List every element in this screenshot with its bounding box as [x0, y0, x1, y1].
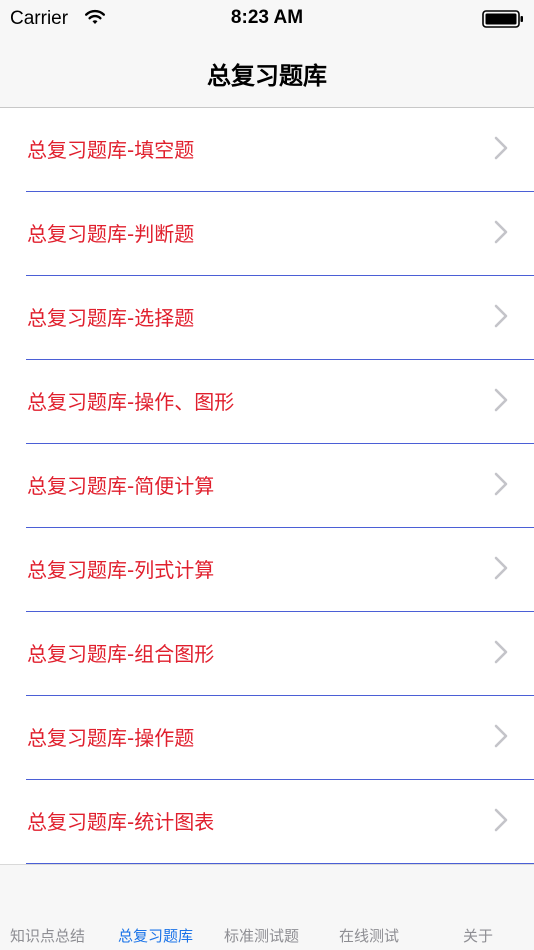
list-item-label: 总复习题库-操作、图形 — [27, 390, 235, 414]
list-item-label: 总复习题库-统计图表 — [27, 810, 215, 834]
tab-knowledge-summary[interactable]: 知识点总结 — [10, 925, 85, 946]
list-item-label: 总复习题库-简便计算 — [27, 474, 215, 498]
list-item-label: 总复习题库-操作题 — [27, 726, 195, 750]
list-item-label: 总复习题库-列式计算 — [27, 558, 215, 582]
chevron-right-icon — [494, 388, 508, 412]
chevron-right-icon — [494, 304, 508, 328]
list-item-label: 总复习题库-组合图形 — [27, 642, 215, 666]
list-item[interactable]: 总复习题库-列式计算 — [26, 528, 534, 612]
chevron-right-icon — [494, 724, 508, 748]
list-item[interactable]: 总复习题库-简便计算 — [26, 444, 534, 528]
chevron-right-icon — [494, 808, 508, 832]
chevron-right-icon — [494, 472, 508, 496]
list-item[interactable]: 总复习题库-选择题 — [26, 276, 534, 360]
chevron-right-icon — [494, 220, 508, 244]
tab-bar: 知识点总结 总复习题库 标准测试题 在线测试 关于 — [0, 864, 534, 950]
chevron-right-icon — [494, 640, 508, 664]
list-item[interactable]: 总复习题库-组合图形 — [26, 612, 534, 696]
list-item-label: 总复习题库-填空题 — [27, 138, 195, 162]
page-title: 总复习题库 — [207, 62, 327, 90]
battery-icon — [482, 10, 523, 28]
chevron-right-icon — [494, 136, 508, 160]
chevron-right-icon — [494, 556, 508, 580]
clock: 8:23 AM — [230, 7, 304, 28]
list-item[interactable]: 总复习题库-填空题 — [26, 108, 534, 192]
list-item[interactable]: 总复习题库-统计图表 — [26, 780, 534, 864]
question-bank-list: 总复习题库-填空题 总复习题库-判断题 总复习题库-选择题 总复习题库-操作、图… — [0, 108, 534, 864]
list-item[interactable]: 总复习题库-操作题 — [26, 696, 534, 780]
navigation-bar: 总复习题库 — [0, 40, 534, 108]
tab-online-test[interactable]: 在线测试 — [339, 925, 399, 946]
tab-standard-tests[interactable]: 标准测试题 — [224, 925, 299, 946]
tab-about[interactable]: 关于 — [463, 925, 493, 946]
list-item[interactable]: 总复习题库-操作、图形 — [26, 360, 534, 444]
status-bar: Carrier 8:23 AM — [0, 0, 534, 40]
list-item[interactable]: 总复习题库-判断题 — [26, 192, 534, 276]
list-item-label: 总复习题库-判断题 — [27, 222, 195, 246]
list-item-label: 总复习题库-选择题 — [27, 306, 195, 330]
tab-review-question-bank[interactable]: 总复习题库 — [118, 925, 193, 946]
